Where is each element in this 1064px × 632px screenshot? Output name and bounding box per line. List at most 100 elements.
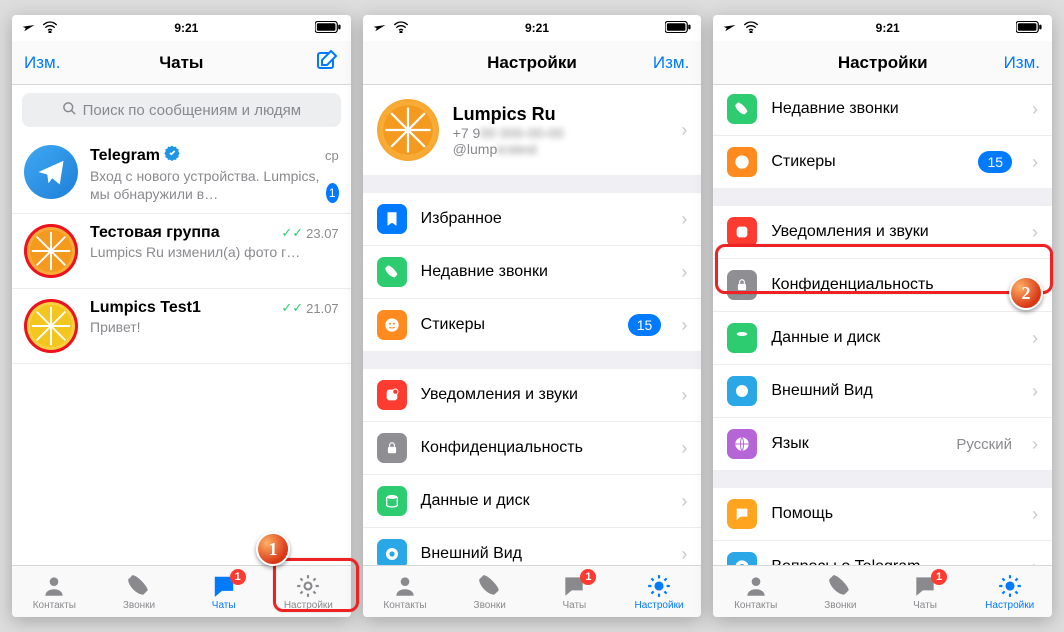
row-label: Внешний Вид	[771, 382, 1018, 400]
tab-label: Звонки	[474, 600, 506, 611]
status-bar: 9:21	[12, 15, 351, 41]
row-label: Язык	[771, 435, 942, 453]
status-time: 9:21	[876, 21, 900, 35]
tab-label: Чаты	[913, 600, 937, 611]
chat-time: 21.07	[306, 301, 339, 316]
tab-calls[interactable]: Звонки	[97, 566, 182, 617]
row-data[interactable]: Данные и диск ›	[713, 312, 1052, 365]
edit-button[interactable]: Изм.	[24, 53, 60, 73]
row-label: Стикеры	[421, 316, 614, 334]
tab-badge: 1	[230, 569, 246, 585]
tab-contacts[interactable]: Контакты	[12, 566, 97, 617]
chevron-right-icon: ›	[681, 120, 687, 141]
chat-name: Lumpics Test1	[90, 299, 201, 317]
avatar	[24, 299, 78, 353]
tab-contacts[interactable]: Контакты	[363, 566, 448, 617]
row-label: Конфиденциальность	[421, 439, 668, 457]
row-help[interactable]: Помощь ›	[713, 488, 1052, 541]
data-icon	[377, 486, 407, 516]
appearance-icon	[377, 539, 407, 565]
chat-preview: Вход с нового устройства. Lumpics, мы об…	[90, 168, 326, 203]
tab-chats[interactable]: 1 Чаты	[181, 566, 266, 617]
language-icon	[727, 429, 757, 459]
chat-row[interactable]: Lumpics Test1 ✓✓21.07 Привет!	[12, 289, 351, 364]
chat-row[interactable]: Тестовая группа ✓✓23.07 Lumpics Ru измен…	[12, 214, 351, 289]
chat-row[interactable]: Telegram ср Вход с нового устройства. Lu…	[12, 135, 351, 214]
edit-button[interactable]: Изм.	[653, 53, 689, 73]
appearance-icon	[727, 376, 757, 406]
tab-label: Чаты	[562, 600, 586, 611]
profile-name: Lumpics Ru	[453, 104, 668, 125]
phone-icon	[727, 94, 757, 124]
row-privacy[interactable]: Конфиденциальность ›	[363, 422, 702, 475]
row-appearance[interactable]: Внешний Вид ›	[363, 528, 702, 565]
data-icon	[727, 323, 757, 353]
svg-text:?: ?	[739, 562, 745, 565]
avatar	[24, 224, 78, 278]
row-data[interactable]: Данные и диск ›	[363, 475, 702, 528]
status-bar: 9:21	[713, 15, 1052, 41]
row-notifications[interactable]: Уведомления и звуки ›	[363, 369, 702, 422]
status-time: 9:21	[174, 21, 198, 35]
row-recent-calls[interactable]: Недавние звонки ›	[363, 246, 702, 299]
row-label: Уведомления и звуки	[771, 223, 1018, 241]
tab-calls[interactable]: Звонки	[447, 566, 532, 617]
chat-time: ср	[325, 148, 339, 163]
search-input[interactable]: Поиск по сообщениям и людям	[22, 93, 341, 127]
row-faq[interactable]: ? Вопросы о Telegram ›	[713, 541, 1052, 565]
chat-preview: Lumpics Ru изменил(а) фото г…	[90, 244, 339, 262]
read-checks-icon: ✓✓	[281, 300, 303, 316]
row-privacy[interactable]: Конфиденциальность ›	[713, 259, 1052, 312]
profile-row[interactable]: Lumpics Ru +7 900 000-00-00 @lumpicstest…	[363, 85, 702, 175]
airplane-icon	[22, 20, 36, 37]
chevron-right-icon: ›	[681, 544, 687, 565]
airplane-icon	[723, 20, 737, 37]
tab-label: Контакты	[734, 600, 777, 611]
chat-name: Telegram	[90, 147, 160, 165]
row-recent-calls[interactable]: Недавние звонки ›	[713, 85, 1052, 136]
tab-chats[interactable]: 1 Чаты	[883, 566, 968, 617]
tab-label: Настройки	[284, 600, 333, 611]
chevron-right-icon: ›	[1032, 434, 1038, 455]
header-title: Настройки	[363, 53, 702, 73]
row-favorites[interactable]: Избранное ›	[363, 193, 702, 246]
chevron-right-icon: ›	[681, 491, 687, 512]
row-label: Стикеры	[771, 153, 964, 171]
chevron-right-icon: ›	[1032, 328, 1038, 349]
row-value: Русский	[956, 436, 1012, 453]
tab-settings[interactable]: Настройки	[617, 566, 702, 617]
tab-label: Звонки	[123, 600, 155, 611]
phone-chats: 9:21 Изм. Чаты Поиск по сообщениям и люд…	[12, 15, 351, 617]
row-label: Недавние звонки	[421, 263, 668, 281]
sticker-icon	[377, 310, 407, 340]
avatar	[377, 99, 439, 161]
stickers-badge: 15	[628, 314, 662, 336]
tab-label: Настройки	[985, 600, 1034, 611]
tab-contacts[interactable]: Контакты	[713, 566, 798, 617]
nav-header: Изм. Чаты	[12, 41, 351, 85]
row-notifications[interactable]: Уведомления и звуки ›	[713, 206, 1052, 259]
chat-list: Telegram ср Вход с нового устройства. Lu…	[12, 135, 351, 364]
wifi-icon	[393, 21, 409, 36]
tab-badge: 1	[931, 569, 947, 585]
tab-settings[interactable]: Настройки	[266, 566, 351, 617]
chevron-right-icon: ›	[1032, 381, 1038, 402]
verified-icon	[164, 145, 180, 166]
row-appearance[interactable]: Внешний Вид ›	[713, 365, 1052, 418]
row-stickers[interactable]: Стикеры 15 ›	[713, 136, 1052, 188]
tab-settings[interactable]: Настройки	[967, 566, 1052, 617]
tab-calls[interactable]: Звонки	[798, 566, 883, 617]
chevron-right-icon: ›	[1032, 222, 1038, 243]
row-stickers[interactable]: Стикеры 15 ›	[363, 299, 702, 351]
row-label: Уведомления и звуки	[421, 386, 668, 404]
compose-icon[interactable]	[315, 48, 339, 77]
profile-phone: +7 9	[453, 125, 481, 141]
chat-preview: Привет!	[90, 319, 339, 337]
row-label: Конфиденциальность	[771, 276, 1018, 294]
row-language[interactable]: Язык Русский ›	[713, 418, 1052, 470]
row-label: Избранное	[421, 210, 668, 228]
tab-chats[interactable]: 1Чаты	[532, 566, 617, 617]
edit-button[interactable]: Изм.	[1004, 53, 1040, 73]
avatar	[24, 145, 78, 199]
battery-icon	[315, 21, 341, 36]
